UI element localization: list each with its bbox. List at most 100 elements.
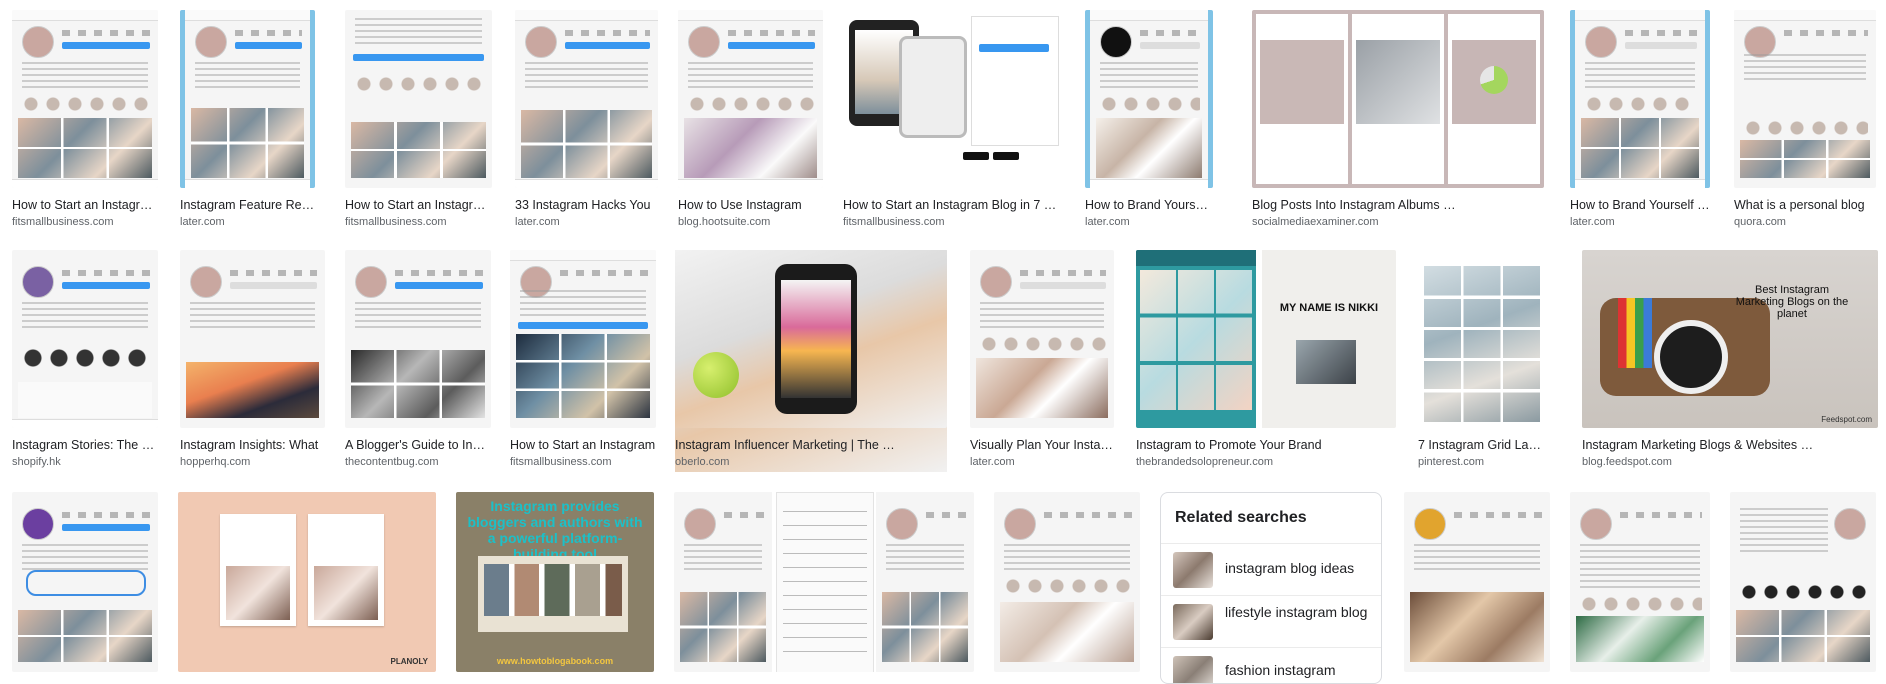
image-result[interactable]	[1730, 492, 1876, 682]
image-result[interactable]: Best Instagram Marketing Blogs on the pl…	[1582, 250, 1878, 472]
related-search-label[interactable]: lifestyle instagram blog	[1225, 604, 1371, 621]
image-result[interactable]: Blog Posts Into Instagram Albums … socia…	[1252, 10, 1544, 232]
result-domain: fitsmallbusiness.com	[510, 456, 612, 468]
result-domain: later.com	[1085, 216, 1130, 228]
related-searches-title: Related searches	[1175, 509, 1307, 526]
result-domain: thecontentbug.com	[345, 456, 439, 468]
image-result[interactable]: 7 Instagram Grid Layouts pinterest.com	[1418, 250, 1546, 472]
image-result[interactable]: How to Start an Instagram fitsmallbusine…	[510, 250, 656, 472]
result-title[interactable]: Instagram Insights: What	[180, 438, 325, 452]
image-result[interactable]: 33 Instagram Hacks You later.com	[515, 10, 658, 232]
result-title[interactable]: Instagram Influencer Marketing | The …	[675, 438, 947, 452]
image-result[interactable]: How to Start an Instagram Blog fitsmallb…	[345, 10, 492, 232]
result-thumbnail[interactable]	[678, 10, 823, 188]
result-domain: later.com	[180, 216, 225, 228]
result-thumbnail[interactable]: MY NAME IS NIKKI	[1136, 250, 1396, 428]
result-title[interactable]: How to Start an Instagram Blog in 7 …	[843, 198, 1063, 212]
result-thumbnail[interactable]	[515, 10, 658, 188]
result-thumbnail[interactable]	[345, 250, 491, 428]
result-thumbnail[interactable]: PLANOLY	[178, 492, 436, 672]
related-search-item[interactable]: lifestyle instagram blog	[1161, 595, 1381, 648]
image-result[interactable]: A Blogger's Guide to Instagram theconten…	[345, 250, 491, 472]
related-thumbnail	[1173, 656, 1213, 683]
result-title[interactable]: What is a personal blog	[1734, 198, 1876, 212]
result-title[interactable]: Instagram Marketing Blogs & Websites …	[1582, 438, 1878, 452]
thumb-headline: Instagram provides bloggers and authors …	[467, 498, 643, 562]
image-result[interactable]: Instagram Insights: What hopperhq.com	[180, 250, 325, 472]
image-result[interactable]	[12, 492, 158, 682]
result-title[interactable]: A Blogger's Guide to Instagram	[345, 438, 491, 452]
result-thumbnail[interactable]	[1570, 492, 1710, 672]
result-thumbnail[interactable]	[12, 10, 158, 188]
result-title[interactable]: Blog Posts Into Instagram Albums …	[1252, 198, 1544, 212]
result-title[interactable]: Visually Plan Your Instagram	[970, 438, 1114, 452]
result-thumbnail[interactable]	[1252, 10, 1544, 188]
result-thumbnail[interactable]	[674, 492, 974, 672]
result-thumbnail[interactable]	[1418, 250, 1546, 428]
related-search-label[interactable]: instagram blog ideas	[1225, 560, 1371, 577]
related-thumbnail	[1173, 552, 1213, 588]
result-title[interactable]: How to Start an Instagram Blog	[345, 198, 492, 212]
result-thumbnail[interactable]	[510, 250, 656, 428]
result-thumbnail[interactable]	[843, 10, 1063, 188]
image-result[interactable]: How to Brand Yourself … later.com	[1570, 10, 1710, 232]
result-thumbnail[interactable]	[675, 250, 947, 428]
result-domain: fitsmallbusiness.com	[843, 216, 945, 228]
result-thumbnail[interactable]	[180, 10, 315, 188]
result-thumbnail[interactable]: Best Instagram Marketing Blogs on the pl…	[1582, 250, 1878, 428]
image-result[interactable]: How to Start an Instagram Blog in 7 … fi…	[843, 10, 1063, 232]
result-thumbnail[interactable]: Instagram provides bloggers and authors …	[456, 492, 654, 672]
result-domain: fitsmallbusiness.com	[345, 216, 447, 228]
image-result[interactable]: How to Use Instagram blog.hootsuite.com	[678, 10, 823, 232]
result-domain: socialmediaexaminer.com	[1252, 216, 1379, 228]
thumb-heading: MY NAME IS NIKKI	[1279, 302, 1379, 314]
image-result[interactable]	[994, 492, 1140, 682]
result-title[interactable]: How to Start an Instagram Blog	[12, 198, 158, 212]
result-title[interactable]: Instagram to Promote Your Brand	[1136, 438, 1396, 452]
image-result[interactable]	[1404, 492, 1550, 682]
related-searches-panel: Related searches instagram blog ideas li…	[1160, 492, 1382, 684]
image-result[interactable]: PLANOLY	[178, 492, 436, 682]
image-result[interactable]: Instagram provides bloggers and authors …	[456, 492, 654, 682]
image-result[interactable]	[674, 492, 974, 682]
image-result[interactable]: Instagram Stories: The … shopify.hk	[12, 250, 158, 472]
result-thumbnail[interactable]	[1570, 10, 1710, 188]
result-title[interactable]: How to Brand Yourself …	[1570, 198, 1710, 212]
result-title[interactable]: How to Brand Yourself …	[1085, 198, 1213, 212]
result-thumbnail[interactable]	[180, 250, 325, 428]
result-thumbnail[interactable]	[970, 250, 1114, 428]
result-domain: thebrandedsolopreneur.com	[1136, 456, 1273, 468]
result-title[interactable]: Instagram Stories: The …	[12, 438, 158, 452]
result-thumbnail[interactable]	[1734, 10, 1876, 188]
image-result[interactable]: How to Start an Instagram Blog fitsmallb…	[12, 10, 158, 232]
related-thumbnail	[1173, 604, 1213, 640]
result-thumbnail[interactable]	[994, 492, 1140, 672]
image-result[interactable]: MY NAME IS NIKKI Instagram to Promote Yo…	[1136, 250, 1396, 472]
image-result[interactable]: Instagram Influencer Marketing | The … o…	[675, 250, 947, 472]
related-search-item[interactable]: instagram blog ideas	[1161, 543, 1381, 596]
thumb-title: Best Instagram Marketing Blogs on the pl…	[1735, 284, 1849, 320]
result-domain: pinterest.com	[1418, 456, 1485, 468]
image-result[interactable]	[1570, 492, 1710, 682]
image-result[interactable]: Visually Plan Your Instagram later.com	[970, 250, 1114, 472]
result-title[interactable]: How to Use Instagram	[678, 198, 823, 212]
result-thumbnail[interactable]	[345, 10, 492, 188]
result-domain: later.com	[515, 216, 560, 228]
result-title[interactable]: 33 Instagram Hacks You	[515, 198, 658, 212]
result-domain: later.com	[1570, 216, 1615, 228]
result-domain: quora.com	[1734, 216, 1786, 228]
image-result[interactable]: How to Brand Yourself … later.com	[1085, 10, 1213, 232]
related-search-item[interactable]: fashion instagram	[1161, 647, 1381, 683]
result-thumbnail[interactable]	[1085, 10, 1213, 188]
result-thumbnail[interactable]	[12, 492, 158, 672]
result-thumbnail[interactable]	[1404, 492, 1550, 672]
image-result[interactable]: What is a personal blog quora.com	[1734, 10, 1876, 232]
result-thumbnail[interactable]	[12, 250, 158, 428]
image-result[interactable]: Instagram Feature Release later.com	[180, 10, 315, 232]
result-title[interactable]: How to Start an Instagram	[510, 438, 656, 452]
result-title[interactable]: Instagram Feature Release	[180, 198, 315, 212]
related-search-label[interactable]: fashion instagram	[1225, 662, 1371, 679]
thumb-url: www.howtoblogabook.com	[496, 656, 614, 666]
result-title[interactable]: 7 Instagram Grid Layouts	[1418, 438, 1546, 452]
result-thumbnail[interactable]	[1730, 492, 1876, 672]
